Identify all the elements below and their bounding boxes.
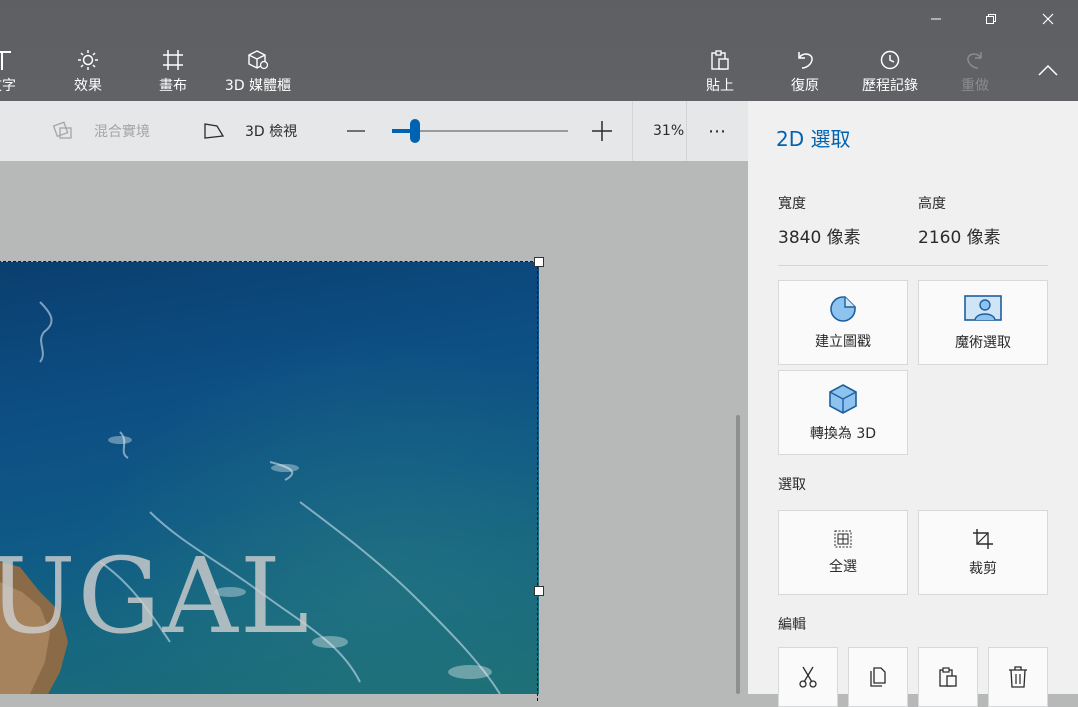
plus-icon: [592, 121, 612, 141]
cube-icon: [829, 383, 857, 414]
restore-icon: [986, 14, 996, 24]
width-label: 寬度: [778, 196, 806, 212]
magic-select-icon: [964, 294, 1002, 321]
zoom-in-button[interactable]: [591, 101, 613, 161]
create-sticker-button[interactable]: 建立圖戳: [778, 280, 908, 365]
convert-3d-button[interactable]: 轉換為 3D: [778, 370, 908, 455]
view-3d-button[interactable]: 3D 檢視: [203, 101, 297, 161]
vertical-scrollbar[interactable]: [736, 415, 740, 694]
undo-icon: [794, 48, 816, 72]
minimize-icon: [931, 18, 941, 20]
paste-icon: [939, 667, 957, 687]
divider: [632, 101, 633, 161]
height-label: 高度: [918, 196, 946, 212]
tool-canvas[interactable]: 畫布: [133, 48, 213, 98]
tool-3d-library-label: 3D 媒體櫃: [224, 78, 292, 94]
tool-paste[interactable]: 貼上: [680, 48, 760, 98]
tool-text-label: 文字: [0, 78, 16, 94]
minimize-button[interactable]: [913, 4, 959, 34]
crop-label: 裁剪: [969, 560, 997, 577]
crop-icon: [973, 528, 993, 549]
delete-button[interactable]: [988, 647, 1048, 707]
tool-effects-label: 效果: [74, 78, 102, 94]
selection-border: [0, 261, 538, 701]
tool-history[interactable]: 歷程記錄: [850, 48, 930, 98]
tool-history-label: 歷程記錄: [862, 78, 918, 94]
magic-select-button[interactable]: 魔術選取: [918, 280, 1048, 365]
view-3d-label: 3D 檢視: [245, 124, 298, 140]
cut-icon: [799, 666, 817, 688]
more-button[interactable]: ⋯: [708, 101, 726, 161]
redo-icon: [964, 48, 986, 72]
zoom-percent[interactable]: 31%: [653, 101, 684, 161]
width-value[interactable]: 3840 像素: [778, 223, 861, 248]
copy-button[interactable]: [848, 647, 908, 707]
paste-button[interactable]: [918, 647, 978, 707]
tool-text[interactable]: 文字: [0, 48, 42, 98]
tool-redo-label: 重做: [961, 78, 989, 94]
delete-icon: [1009, 666, 1027, 688]
select-all-button[interactable]: 全選: [778, 510, 908, 595]
sticker-icon: [830, 295, 856, 322]
crop-button[interactable]: 裁剪: [918, 510, 1048, 595]
create-sticker-label: 建立圖戳: [815, 333, 871, 350]
close-icon: [1042, 13, 1054, 25]
close-button[interactable]: [1025, 4, 1071, 34]
panel-title: 2D 選取: [776, 127, 851, 151]
magic-select-label: 魔術選取: [955, 334, 1011, 351]
view-3d-icon: [204, 123, 225, 139]
zoom-out-button[interactable]: [346, 101, 366, 161]
tool-redo[interactable]: 重做: [935, 48, 1015, 98]
convert-3d-label: 轉換為 3D: [809, 425, 877, 442]
tool-undo-label: 復原: [791, 78, 819, 94]
mixed-reality-label: 混合實境: [94, 124, 150, 140]
selection-handle-right[interactable]: [534, 586, 544, 596]
select-all-label: 全選: [829, 558, 857, 575]
zoom-slider[interactable]: [392, 101, 568, 161]
3d-library-icon: [246, 48, 270, 72]
select-all-icon: [834, 530, 852, 547]
tool-3d-library[interactable]: 3D 媒體櫃: [218, 48, 298, 98]
side-panel: 2D 選取 寬度 3840 像素 高度 2160 像素 建立圖戳 魔術選取 轉換…: [748, 101, 1078, 707]
zoom-slider-thumb[interactable]: [410, 119, 420, 143]
paste-icon: [709, 48, 731, 72]
divider: [686, 101, 687, 161]
tool-paste-label: 貼上: [706, 78, 734, 94]
chevron-up-icon: [1038, 64, 1058, 76]
select-section-label: 選取: [778, 477, 806, 493]
collapse-ribbon-button[interactable]: [1025, 55, 1071, 85]
tool-undo[interactable]: 復原: [765, 48, 845, 98]
command-bar: 混合實境 3D 檢視 31% ⋯: [0, 101, 748, 161]
top-ribbon: 文字 效果 畫布 3D 媒體櫃 貼上 復原 歷程記: [0, 0, 1078, 101]
cut-button[interactable]: [778, 647, 838, 707]
canvas-icon: [162, 48, 184, 72]
history-icon: [879, 48, 901, 72]
mixed-reality-icon: [52, 121, 72, 139]
height-value[interactable]: 2160 像素: [918, 223, 1001, 248]
copy-icon: [870, 667, 886, 687]
tool-canvas-label: 畫布: [159, 78, 187, 94]
minus-icon: [347, 130, 365, 132]
effects-icon: [77, 48, 99, 72]
selection-handle-top-right[interactable]: [534, 257, 544, 267]
divider: [778, 265, 1048, 266]
restore-button[interactable]: [968, 4, 1014, 34]
edit-section-label: 編輯: [778, 617, 806, 633]
mixed-reality-button[interactable]: 混合實境: [52, 101, 150, 161]
text-icon: [0, 48, 14, 72]
tool-effects[interactable]: 效果: [48, 48, 128, 98]
